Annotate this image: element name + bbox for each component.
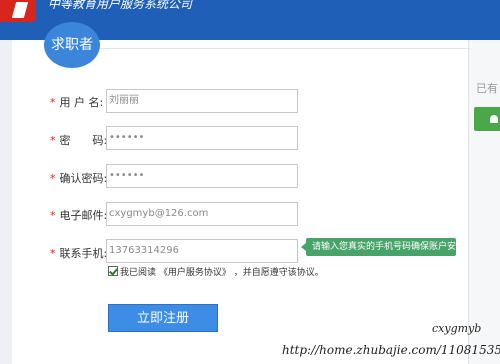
phone-label-text: 联系手机: (59, 247, 108, 260)
required-mark: * (50, 247, 56, 260)
confirm-password-input[interactable]: •••••• (106, 164, 298, 188)
brand-logo[interactable] (0, 0, 36, 22)
watermark-url: http://home.zhubajie.com/11081535/ (282, 343, 500, 357)
register-button[interactable]: 立即注册 (108, 304, 218, 332)
email-label-text: 电子邮件: (59, 209, 108, 222)
confirm-password-label: * 确认密码: (50, 170, 108, 186)
email-label: * 电子邮件: (50, 207, 108, 223)
email-input[interactable]: cxygmyb@126.com (106, 202, 298, 226)
password-label: * 密 码: (50, 132, 108, 148)
user-icon (490, 115, 498, 123)
page-title-badge: 求职者 (44, 22, 100, 68)
required-mark: * (50, 134, 56, 147)
watermark-user: cxygmyb (432, 322, 482, 335)
agree-checkbox[interactable] (108, 266, 118, 276)
header-slogan: 中等教育用户服务系统公司 (48, 0, 193, 11)
required-mark: * (50, 96, 56, 109)
agree-text: 我已阅读 《用户服务协议》 ，并自愿遵守该协议。 (120, 265, 324, 278)
side-login-button[interactable] (474, 107, 500, 131)
required-mark: * (50, 172, 56, 185)
phone-tooltip: 请输入您真实的手机号码确保账户安全 (301, 238, 465, 256)
agree-prefix: 我已阅读 (120, 268, 157, 278)
username-input[interactable]: 刘丽丽 (106, 89, 298, 113)
username-label: * 用 户 名: (50, 94, 106, 110)
header-divider (100, 48, 470, 49)
confirm-password-label-text: 确认密码: (59, 172, 108, 185)
phone-label: * 联系手机: (50, 245, 108, 261)
required-mark: * (50, 209, 56, 222)
password-input[interactable]: •••••• (106, 126, 298, 150)
phone-input[interactable]: 13763314296 (106, 239, 298, 263)
password-label-text: 密 码: (59, 134, 108, 147)
side-login-hint: 已有 (476, 82, 498, 95)
user-agreement-link[interactable]: 《用户服务协议》 (159, 268, 231, 278)
agree-suffix: ，并自愿遵守该协议。 (233, 268, 324, 278)
username-label-text: 用 户 名: (59, 96, 104, 109)
